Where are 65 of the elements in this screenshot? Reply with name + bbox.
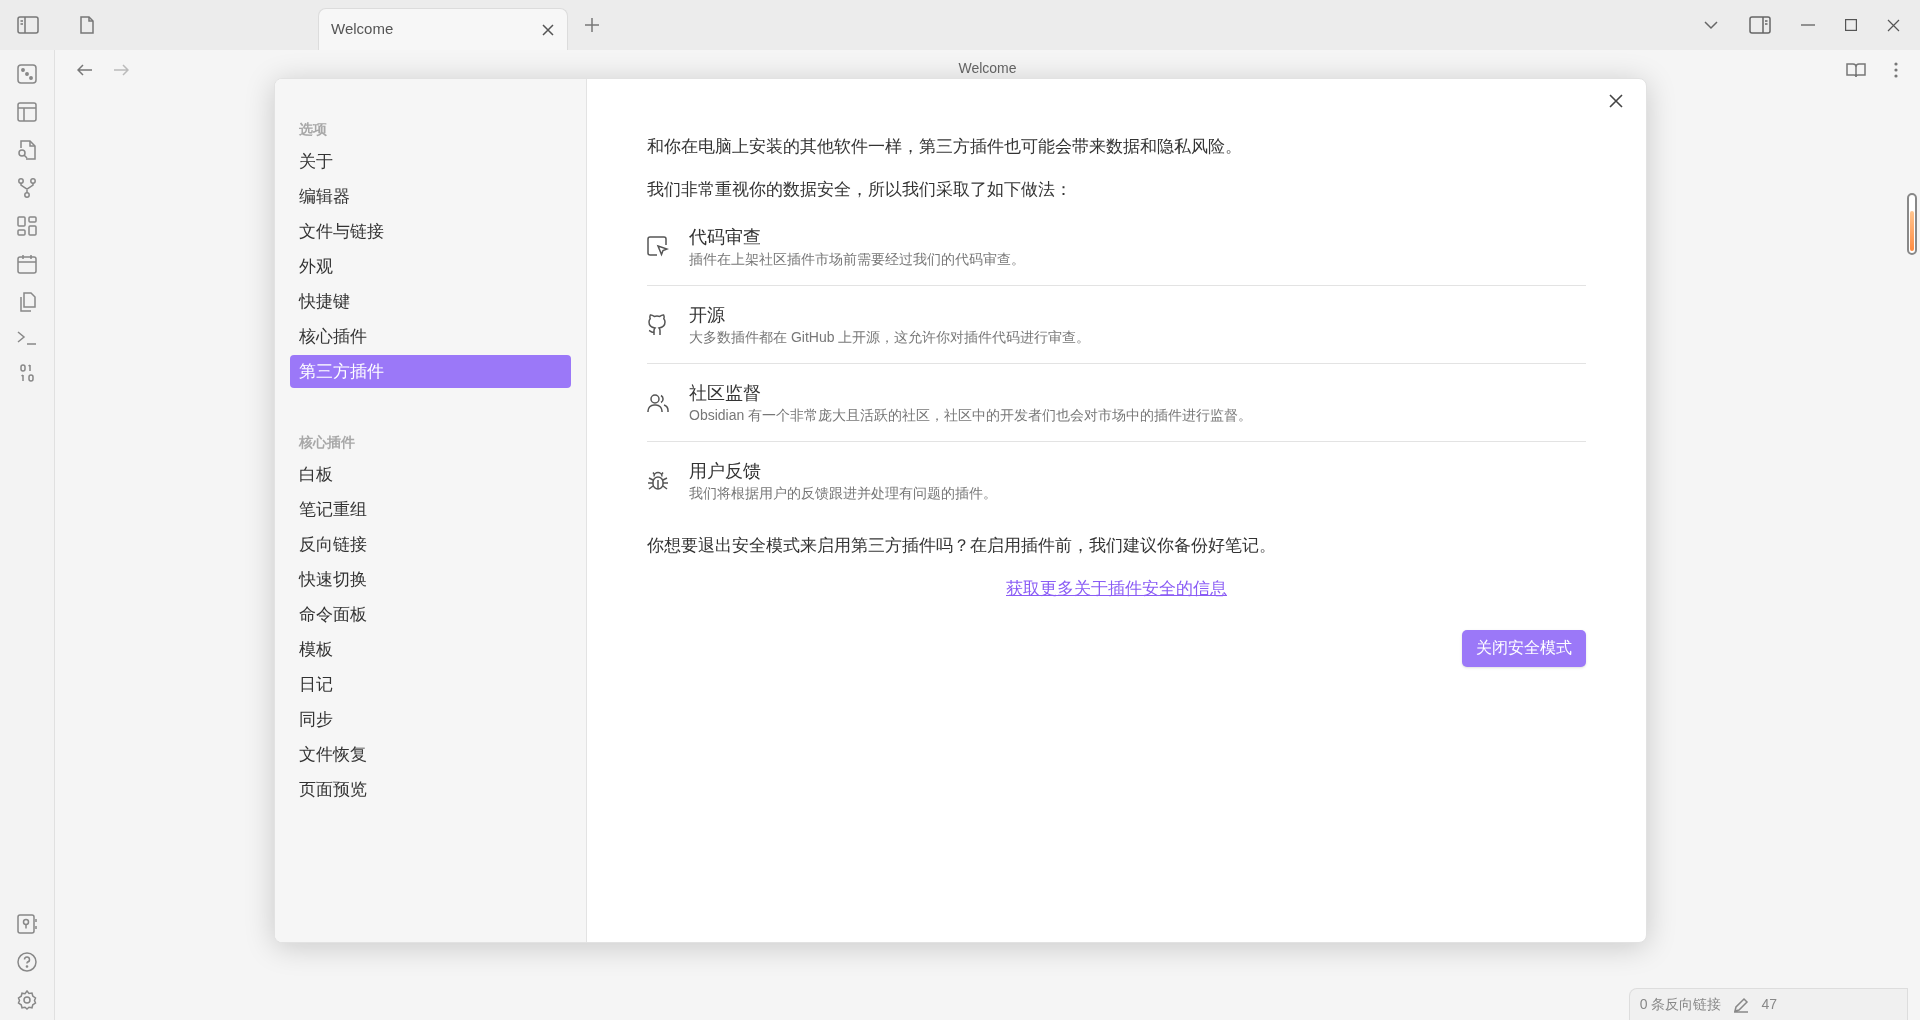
settings-nav-item[interactable]: 命令面板 bbox=[290, 598, 571, 631]
file-search-icon[interactable] bbox=[17, 140, 37, 160]
settings-nav-item[interactable]: 核心插件 bbox=[290, 320, 571, 353]
settings-nav-item[interactable]: 快捷键 bbox=[290, 285, 571, 318]
terminal-icon[interactable] bbox=[17, 330, 37, 346]
intro-text: 和你在电脑上安装的其他软件一样，第三方插件也可能会带来数据和隐私风险。 bbox=[647, 136, 1243, 158]
pencil-icon[interactable] bbox=[1733, 996, 1750, 1013]
cursor-box-icon bbox=[647, 235, 669, 258]
settings-icon[interactable] bbox=[17, 990, 37, 1010]
grid-icon[interactable] bbox=[17, 216, 37, 236]
dice-icon[interactable] bbox=[17, 64, 37, 84]
settings-nav-item[interactable]: 编辑器 bbox=[290, 180, 571, 213]
maximize-icon[interactable] bbox=[1845, 19, 1857, 31]
add-tab-icon[interactable] bbox=[584, 17, 600, 33]
question-text: 你想要退出安全模式来启用第三方插件吗？在启用插件前，我们建议你备份好笔记。 bbox=[647, 535, 1277, 557]
measure-description: Obsidian 有一个非常庞大且活跃的社区，社区中的开发者们也会对市场中的插件进行监督。 bbox=[689, 405, 1253, 425]
settings-nav-item[interactable]: 同步 bbox=[290, 703, 571, 736]
calendar-icon[interactable] bbox=[17, 254, 37, 274]
sidebar-toggle-icon[interactable] bbox=[16, 15, 39, 35]
measure-title: 社区监督 bbox=[689, 381, 762, 405]
forward-arrow-icon[interactable] bbox=[113, 64, 129, 76]
welcome-tab[interactable]: Welcome bbox=[318, 8, 568, 50]
copy-icon[interactable] bbox=[17, 292, 37, 312]
measure-description: 大多数插件都在 GitHub 上开源，这允许你对插件代码进行审查。 bbox=[689, 327, 1091, 347]
layout-icon[interactable] bbox=[17, 102, 37, 122]
help-icon[interactable] bbox=[17, 952, 37, 972]
measure-title: 代码审查 bbox=[689, 225, 762, 249]
file-icon[interactable] bbox=[79, 16, 95, 34]
binary-icon[interactable] bbox=[19, 364, 35, 382]
settings-nav-item[interactable]: 快速切换 bbox=[290, 563, 571, 596]
settings-nav-item[interactable]: 日记 bbox=[290, 668, 571, 701]
measure-title: 用户反馈 bbox=[689, 460, 762, 483]
branch-icon[interactable] bbox=[17, 178, 37, 198]
settings-nav-item[interactable]: 反向链接 bbox=[290, 528, 571, 561]
close-icon[interactable] bbox=[1608, 93, 1624, 109]
measure-title: 开源 bbox=[689, 303, 726, 327]
right-sidebar-toggle-icon[interactable] bbox=[1749, 15, 1771, 35]
settings-nav-item[interactable]: 笔记重组 bbox=[290, 493, 571, 526]
section-heading: 选项 bbox=[298, 119, 328, 139]
section-heading: 核心插件 bbox=[298, 432, 356, 452]
github-icon bbox=[647, 313, 667, 336]
lead-text: 我们非常重视你的数据安全，所以我们采取了如下做法： bbox=[647, 179, 1073, 201]
users-icon bbox=[647, 392, 669, 413]
tab-title: Welcome bbox=[331, 19, 394, 40]
settings-nav-item[interactable]: 白板 bbox=[290, 458, 571, 491]
book-icon[interactable] bbox=[1846, 62, 1866, 78]
chevron-down-icon[interactable] bbox=[1703, 20, 1719, 30]
settings-nav-item[interactable]: 模板 bbox=[290, 633, 571, 666]
vault-icon[interactable] bbox=[17, 914, 37, 934]
word-count: 47 bbox=[1761, 995, 1778, 1014]
measure-description: 我们将根据用户的反馈跟进并处理有问题的插件。 bbox=[689, 484, 997, 503]
bug-icon bbox=[647, 470, 669, 492]
security-info-link[interactable]: 获取更多关于插件安全的信息 bbox=[1006, 576, 1227, 602]
settings-nav-item[interactable]: 文件恢复 bbox=[290, 738, 571, 771]
close-icon[interactable] bbox=[541, 22, 555, 37]
back-arrow-icon[interactable] bbox=[77, 64, 93, 76]
close-icon[interactable] bbox=[1887, 18, 1900, 32]
settings-nav-item[interactable]: 关于 bbox=[290, 145, 571, 178]
measure-description: 插件在上架社区插件市场前需要经过我们的代码审查。 bbox=[689, 249, 1025, 269]
scrollbar[interactable] bbox=[1907, 193, 1917, 255]
more-options-icon[interactable] bbox=[1894, 62, 1898, 78]
view-title: Welcome bbox=[958, 61, 1017, 75]
settings-nav-item[interactable]: 文件与链接 bbox=[290, 215, 571, 248]
settings-nav-item[interactable]: 页面预览 bbox=[290, 773, 571, 806]
settings-nav-item[interactable]: 外观 bbox=[290, 250, 571, 283]
